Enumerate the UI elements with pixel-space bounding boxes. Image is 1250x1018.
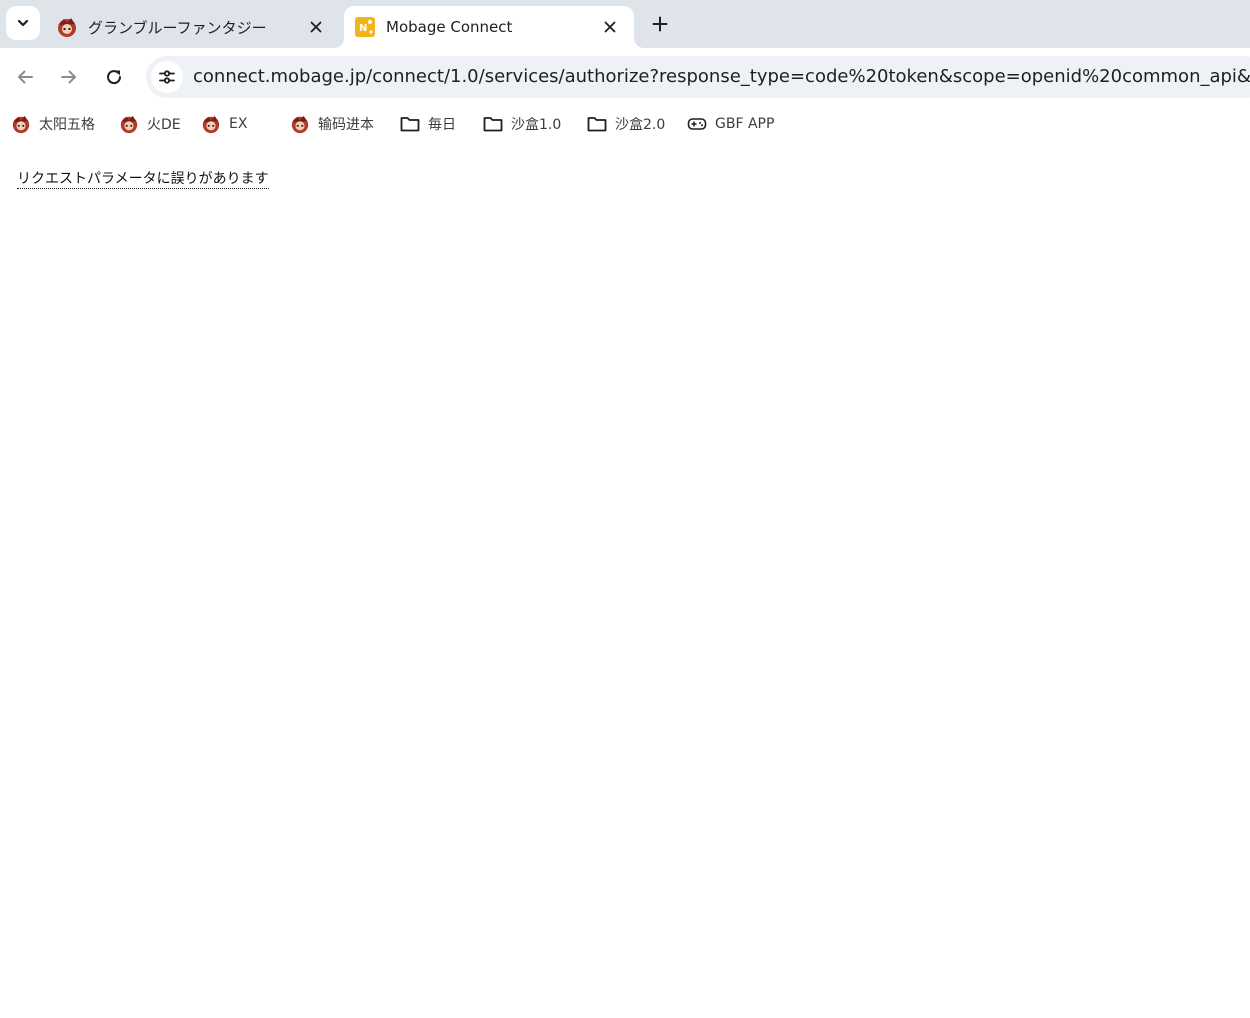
tab-mobage-connect[interactable]: N Mobage Connect [344, 6, 634, 48]
bookmark-label: 沙盒1.0 [511, 117, 562, 133]
folder-icon [483, 114, 503, 134]
bookmark-input-code[interactable]: 输码进本 [290, 112, 374, 136]
svg-text:N: N [359, 23, 367, 34]
browser-toolbar: connect.mobage.jp/connect/1.0/services/a… [0, 48, 1250, 106]
tab-search-button[interactable] [6, 6, 40, 40]
mobage-icon: N [355, 17, 375, 37]
bookmark-taiyou-goka[interactable]: 太阳五格 [11, 112, 95, 136]
gbf-character-icon [11, 114, 31, 134]
gbf-character-icon [290, 114, 310, 134]
bookmark-folder-sandbox-2[interactable]: 沙盒2.0 [587, 112, 665, 136]
arrow-right-icon [61, 70, 76, 84]
close-icon[interactable] [600, 17, 620, 37]
tab-title: Mobage Connect [386, 18, 513, 36]
folder-icon [587, 114, 607, 134]
site-info-button[interactable] [151, 61, 183, 93]
gamepad-icon [687, 114, 707, 134]
bookmark-label: 沙盒2.0 [615, 117, 666, 133]
bookmark-label: 太阳五格 [39, 117, 95, 133]
bookmark-folder-sandbox-1[interactable]: 沙盒1.0 [483, 112, 561, 136]
bookmark-ex[interactable]: EX [201, 112, 247, 136]
bookmark-label: EX [229, 116, 248, 132]
reload-icon [107, 70, 122, 85]
new-tab-button[interactable] [644, 8, 676, 40]
bookmark-label: 毎日 [428, 117, 456, 133]
gbf-character-icon [119, 114, 139, 134]
tab-granblue[interactable]: グランブルーファンタジー [46, 6, 340, 48]
chevron-down-icon [17, 19, 29, 27]
folder-icon [400, 114, 420, 134]
bookmark-folder-daily[interactable]: 毎日 [400, 112, 456, 136]
error-message: リクエストパラメータに誤りがあります [17, 171, 269, 189]
arrow-left-icon [18, 70, 33, 84]
back-button[interactable] [8, 60, 42, 94]
address-bar[interactable]: connect.mobage.jp/connect/1.0/services/a… [146, 56, 1250, 98]
close-icon[interactable] [306, 17, 326, 37]
bookmark-label: GBF APP [715, 116, 775, 132]
bookmark-gbf-app[interactable]: GBF APP [687, 112, 774, 136]
bookmarks-bar: 太阳五格 火DE EX 输码进本 毎日 沙盒1.0 沙盒2.0 GBF APP [0, 106, 1250, 142]
reload-button[interactable] [97, 60, 131, 94]
plus-icon [652, 16, 668, 32]
bookmark-fire-de[interactable]: 火DE [119, 112, 181, 136]
gbf-character-icon [201, 114, 221, 134]
bookmark-label: 输码进本 [318, 117, 374, 133]
url-text: connect.mobage.jp/connect/1.0/services/a… [193, 66, 1250, 87]
forward-button[interactable] [52, 60, 86, 94]
tab-title: グランブルーファンタジー [88, 18, 267, 37]
bookmark-label: 火DE [147, 117, 181, 133]
tune-icon [159, 70, 175, 84]
gbf-character-icon [58, 18, 76, 37]
tab-strip: グランブルーファンタジー N Mobage Connect [0, 0, 1250, 48]
